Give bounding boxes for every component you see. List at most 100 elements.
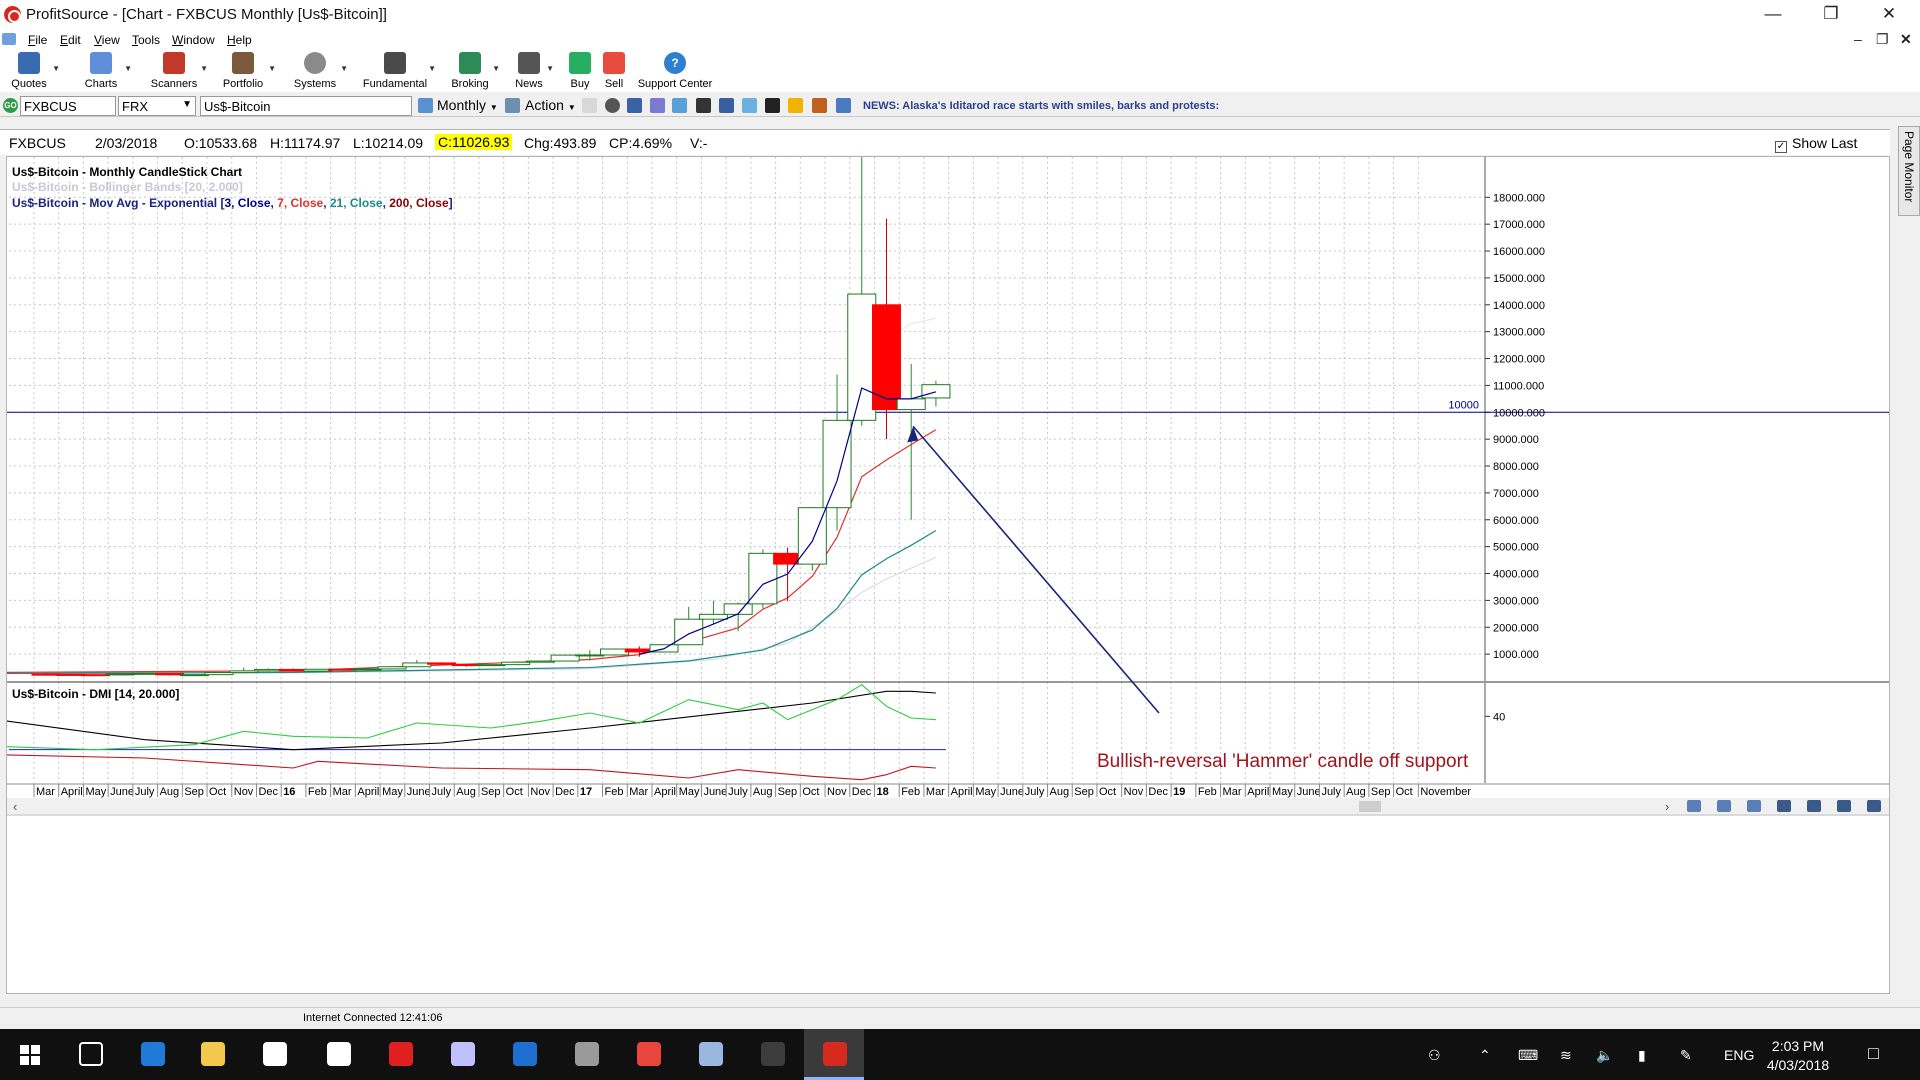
x-axis-tick-label: April [951,786,973,798]
mdi-restore-button[interactable]: ❐ [1876,31,1889,48]
mdi-close-button[interactable]: ✕ [1900,31,1912,48]
tree-icon[interactable] [836,98,851,113]
minimize-button[interactable]: — [1744,0,1802,30]
tools-icon[interactable] [696,98,711,113]
menu-edit[interactable]: Edit [60,33,81,47]
taskbar-clock[interactable]: 2:03 PM 4/03/2018 [1758,1037,1838,1075]
scroll-end-icon[interactable] [1747,800,1761,812]
broking-button[interactable]: Broking ▼ [448,50,500,92]
arrows-icon[interactable] [812,98,827,113]
support-center-button[interactable]: ? Support Center [636,50,714,92]
grid-icon[interactable] [672,98,687,113]
notifications-icon[interactable]: □ [1868,1043,1879,1064]
blank-page-icon[interactable] [582,98,597,113]
x-axis-tick-label: 18 [876,786,888,798]
chevron-down-icon[interactable]: ▼ [428,64,436,73]
window-icon[interactable] [627,98,642,113]
candle-body-bullish [229,670,259,674]
chevron-down-icon[interactable]: ▼ [200,64,208,73]
page-right-icon[interactable] [1867,800,1881,812]
quote-high: H:11174.97 [270,135,341,151]
exchange-select[interactable]: FRX ▼ [118,96,196,116]
language-indicator[interactable]: ENG [1724,1047,1754,1063]
menu-file[interactable]: File [28,33,47,47]
trend-icon[interactable] [719,98,734,113]
scroll-prev-icon[interactable] [1777,800,1791,812]
chevron-up-icon[interactable]: ⌃ [1479,1047,1491,1064]
fundamental-button[interactable]: Fundamental ▼ [362,50,436,92]
taskbar-app-kaspersky[interactable] [370,1029,430,1080]
wifi-icon[interactable]: ≋ [1560,1047,1572,1064]
mov-avg-legend-prefix: Us$-Bitcoin - Mov Avg - Exponential [ [12,196,224,210]
candle-body-bearish [31,673,61,676]
zoom-out-icon[interactable] [1717,800,1731,812]
menu-help[interactable]: Help [227,33,252,47]
mdi-minimize-button[interactable]: – [1854,31,1862,47]
volume-icon[interactable]: 🔈 [1596,1047,1613,1064]
start-button[interactable] [0,1029,60,1080]
chevron-down-icon[interactable]: ▼ [546,64,554,73]
scanners-button[interactable]: Scanners ▼ [148,50,208,92]
bulb-icon[interactable] [742,98,757,113]
mov-avg-legend-part: 21, Close [330,196,383,210]
restore-button[interactable]: ❐ [1802,0,1860,30]
bollinger-middle-line [0,556,937,675]
chevron-down-icon[interactable]: ▼ [52,64,60,73]
candlestick-chart[interactable]: 1000.000 2000.000 3000.000 4000.000 5000.000… [0,154,1889,993]
symbol-input[interactable]: FXBCUS [20,96,116,116]
taskbar-app-store[interactable] [244,1029,304,1080]
taskbar-app-task-view[interactable] [60,1029,120,1080]
taskbar-app-file-explorer[interactable] [182,1029,242,1080]
chart-panel[interactable]: 1000.000 2000.000 3000.000 4000.000 5000.000… [0,154,1890,994]
star-icon[interactable] [788,98,803,113]
taskbar-app-go[interactable] [742,1029,802,1080]
quotes-button[interactable]: Quotes ▼ [6,50,60,92]
period-dropdown[interactable]: Monthly ▼ [437,97,498,113]
taskbar-app-calculator[interactable] [308,1029,368,1080]
buy-button[interactable]: Buy [565,50,595,92]
taskbar-app-edge[interactable] [122,1029,182,1080]
systems-button[interactable]: Systems ▼ [290,50,348,92]
candle-body-bullish [130,672,160,675]
portfolio-button[interactable]: Portfolio ▼ [218,50,276,92]
zoom-in-icon[interactable] [1687,800,1701,812]
taskbar-app-profitsource[interactable] [804,1029,864,1080]
menu-window[interactable]: Window [172,33,215,47]
taskbar-app-shield[interactable] [494,1029,554,1080]
chevron-down-icon[interactable]: ▼ [124,64,132,73]
go-icon[interactable]: GO [3,98,18,113]
portfolio-icon [232,52,254,74]
sell-button[interactable]: Sell [599,50,629,92]
page-left-icon[interactable] [1837,800,1851,812]
world-icon[interactable] [650,98,665,113]
taskbar-app-camera[interactable] [556,1029,616,1080]
show-last-checkbox[interactable]: ✓ Show Last [1775,135,1857,153]
binoculars-icon[interactable] [765,98,780,113]
target-icon[interactable] [605,98,620,113]
x-axis-tick-label: June [110,786,134,798]
taskbar-app-paint[interactable] [432,1029,492,1080]
scroll-first-icon[interactable] [1807,800,1821,812]
chevron-down-icon[interactable]: ▼ [340,64,348,73]
page-monitor-tab[interactable]: Page Monitor [1898,126,1920,216]
security-name-input[interactable]: Us$-Bitcoin [200,96,412,116]
pen-icon[interactable]: ✎ [1680,1047,1692,1064]
menu-tools[interactable]: Tools [132,33,160,47]
battery-icon[interactable]: ▮ [1638,1047,1646,1064]
edge-icon [141,1042,165,1066]
close-button[interactable]: ✕ [1860,0,1918,30]
menu-view[interactable]: View [94,33,120,47]
chevron-down-icon[interactable]: ▼ [268,64,276,73]
people-icon[interactable]: ⚇ [1428,1047,1441,1064]
support-center-label: Support Center [637,78,713,90]
charts-button[interactable]: Charts ▼ [78,50,132,92]
taskbar-app-chrome[interactable] [618,1029,678,1080]
news-button[interactable]: News ▼ [512,50,554,92]
action-dropdown[interactable]: Action ▼ [525,97,576,113]
news-ticker[interactable]: NEWS: Alaska's Iditarod race starts with… [863,100,1219,112]
keyboard-icon[interactable]: ⌨ [1518,1047,1538,1064]
chevron-down-icon[interactable]: ▼ [492,64,500,73]
candle-body-bullish [204,672,234,676]
document-menu-icon[interactable] [2,33,16,45]
taskbar-app-files[interactable] [680,1029,740,1080]
